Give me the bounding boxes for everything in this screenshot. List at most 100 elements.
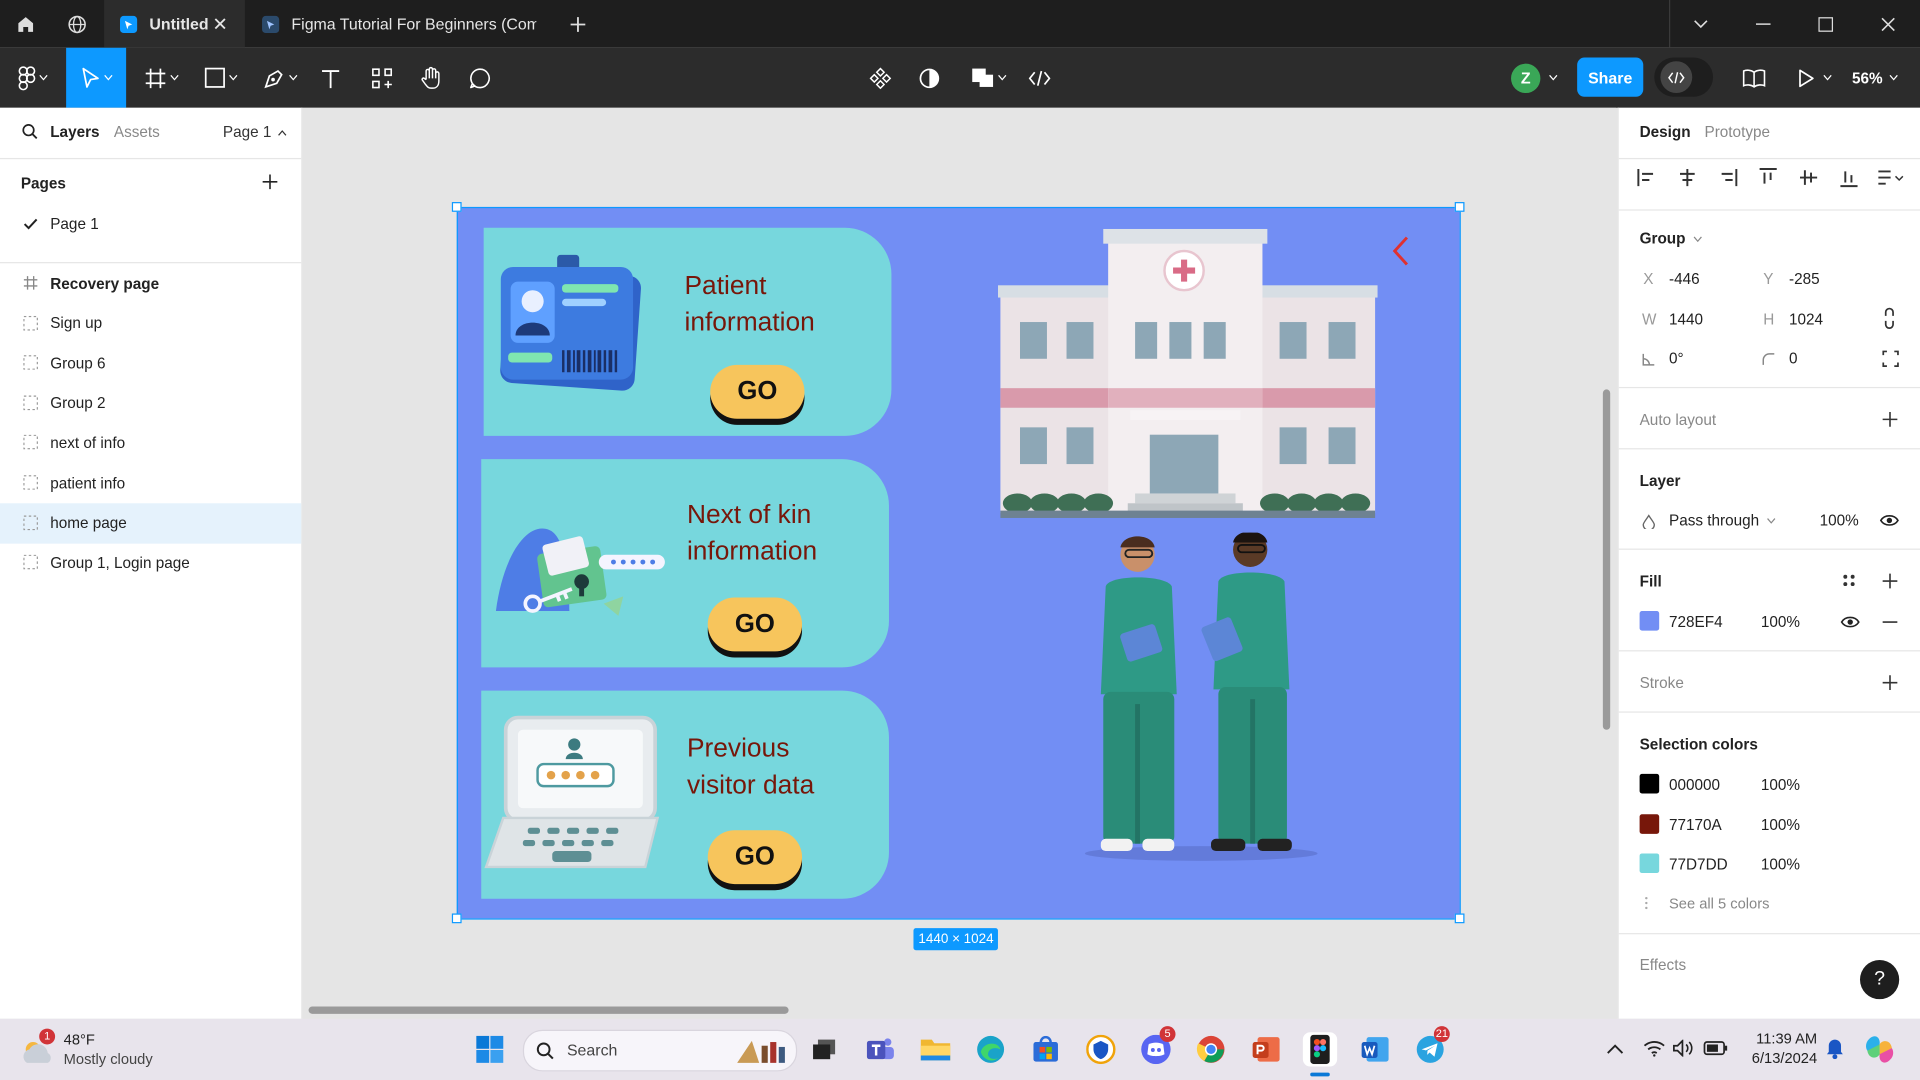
tab-design[interactable]: Design (1640, 124, 1691, 141)
tab-assets[interactable]: Assets (114, 124, 160, 141)
selection-color-hex[interactable]: 000000 (1669, 776, 1720, 793)
layer-opacity-field[interactable]: 100% (1820, 512, 1859, 529)
y-field[interactable]: -285 (1789, 271, 1820, 288)
x-field[interactable]: -446 (1669, 271, 1700, 288)
independent-corners-icon[interactable] (1882, 350, 1899, 367)
eye-icon[interactable] (1879, 513, 1900, 528)
horizontal-scrollbar[interactable] (308, 1006, 789, 1014)
battery-icon[interactable] (1703, 1041, 1728, 1056)
constrain-proportions-icon[interactable] (1882, 307, 1897, 330)
layer-item[interactable]: Group 1, Login page (0, 543, 301, 583)
figma-app-active[interactable] (1302, 1032, 1338, 1067)
home-page-frame[interactable]: Patient information GO Next of kin infor… (456, 206, 1460, 919)
word-app[interactable] (1358, 1032, 1392, 1066)
tab-figma-tutorial[interactable]: Figma Tutorial For Beginners (Comm (245, 0, 555, 48)
rotation-field[interactable]: 0° (1669, 350, 1684, 367)
page-selector[interactable]: Page 1 (223, 124, 286, 141)
align-top-icon[interactable] (1757, 167, 1779, 189)
width-field[interactable]: 1440 (1669, 311, 1703, 328)
store-app[interactable] (1029, 1032, 1063, 1066)
align-vertical-center-icon[interactable] (1798, 167, 1820, 189)
frame-tool-button[interactable] (137, 48, 186, 108)
new-tab-plus-icon[interactable] (563, 10, 592, 39)
globe-icon[interactable] (62, 10, 91, 39)
share-button[interactable]: Share (1577, 57, 1644, 97)
align-left-icon[interactable] (1636, 167, 1658, 189)
layer-item[interactable]: next of info (0, 423, 301, 463)
resources-tool-button[interactable] (366, 48, 398, 108)
layer-item[interactable]: Group 2 (0, 383, 301, 423)
start-button[interactable] (473, 1032, 507, 1066)
boolean-ops-button[interactable] (965, 48, 1012, 108)
tab-untitled[interactable]: Untitled ✕ (104, 0, 245, 48)
height-field[interactable]: 1024 (1789, 311, 1823, 328)
close-window-icon[interactable] (1858, 0, 1919, 48)
resize-handle-top-left[interactable] (451, 202, 462, 212)
dev-mode-toggle[interactable] (1654, 57, 1714, 97)
telegram-app[interactable]: 21 (1413, 1026, 1450, 1066)
style-grid-icon[interactable] (1842, 573, 1857, 588)
layer-item[interactable]: Group 6 (0, 343, 301, 383)
taskbar-search-box[interactable]: Search (522, 1029, 798, 1072)
tab-prototype[interactable]: Prototype (1704, 124, 1770, 141)
resize-handle-top-right[interactable] (1454, 202, 1465, 212)
edge-app[interactable] (973, 1032, 1007, 1066)
create-component-button[interactable] (864, 48, 896, 108)
home-icon[interactable] (11, 10, 40, 39)
tab-layers[interactable]: Layers (50, 124, 99, 141)
distribute-menu-icon[interactable] (1876, 167, 1905, 189)
resize-handle-bottom-left[interactable] (451, 913, 462, 924)
clock-date[interactable]: 6/13/2024 (1739, 1049, 1817, 1066)
move-tool-button[interactable] (66, 47, 127, 108)
file-explorer-app[interactable] (918, 1032, 952, 1066)
see-all-colors-link[interactable]: See all 5 colors (1669, 895, 1769, 912)
canvas[interactable]: Patient information GO Next of kin infor… (302, 107, 1617, 1019)
layer-item[interactable]: Recovery page (0, 263, 301, 303)
add-auto-layout-plus-icon[interactable] (1882, 411, 1898, 427)
selection-color-hex[interactable]: 77170A (1669, 816, 1722, 833)
selection-color-opacity[interactable]: 100% (1761, 816, 1800, 833)
hand-tool-button[interactable] (415, 48, 447, 108)
chrome-app[interactable] (1194, 1032, 1228, 1066)
blend-mode-dropdown[interactable]: Pass through (1669, 512, 1775, 529)
weather-widget[interactable]: 1 48°F Mostly cloudy (20, 1028, 155, 1070)
selection-color-swatch[interactable] (1639, 813, 1660, 834)
selection-color-opacity[interactable]: 100% (1761, 856, 1800, 873)
help-button[interactable]: ? (1860, 960, 1900, 1000)
selection-color-hex[interactable]: 77D7DD (1669, 856, 1728, 873)
dev-mode-code-button[interactable] (1024, 48, 1056, 108)
go-button-patient[interactable]: GO (710, 364, 805, 419)
library-button[interactable] (1738, 48, 1770, 108)
main-menu-button[interactable] (12, 48, 54, 108)
pen-tool-button[interactable] (256, 48, 305, 108)
tabs-dropdown-icon[interactable] (1670, 0, 1731, 48)
page-item-page-1[interactable]: Page 1 (0, 203, 301, 243)
minimize-icon[interactable] (1733, 0, 1794, 48)
align-right-icon[interactable] (1717, 167, 1739, 189)
layer-item[interactable]: patient info (0, 463, 301, 503)
add-stroke-plus-icon[interactable] (1882, 675, 1898, 691)
selection-color-swatch[interactable] (1639, 773, 1660, 794)
wifi-icon[interactable] (1643, 1040, 1665, 1057)
selection-color-opacity[interactable]: 100% (1761, 776, 1800, 793)
user-avatar-menu[interactable]: Z (1505, 48, 1564, 108)
align-horizontal-center-icon[interactable] (1676, 167, 1698, 189)
task-view-button[interactable] (807, 1032, 841, 1066)
zoom-menu[interactable]: 56% (1847, 48, 1903, 108)
vpn-app[interactable] (1084, 1032, 1118, 1066)
system-tray-chevron-up-icon[interactable] (1607, 1043, 1624, 1054)
copilot-icon[interactable] (1864, 1035, 1896, 1064)
corner-radius-field[interactable]: 0 (1789, 350, 1798, 367)
present-button[interactable] (1791, 48, 1838, 108)
vertical-scrollbar[interactable] (1602, 389, 1611, 730)
comment-tool-button[interactable] (464, 48, 496, 108)
layer-item[interactable]: Sign up (0, 303, 301, 343)
mask-button[interactable] (913, 48, 945, 108)
discord-app[interactable]: 5 (1139, 1026, 1176, 1066)
align-bottom-icon[interactable] (1838, 167, 1860, 189)
selection-color-swatch[interactable] (1639, 853, 1660, 874)
close-tab-icon[interactable]: ✕ (212, 13, 227, 35)
go-button-next-of-kin[interactable]: GO (707, 597, 803, 652)
go-button-previous-visitor[interactable]: GO (707, 830, 803, 885)
volume-icon[interactable] (1673, 1039, 1695, 1057)
